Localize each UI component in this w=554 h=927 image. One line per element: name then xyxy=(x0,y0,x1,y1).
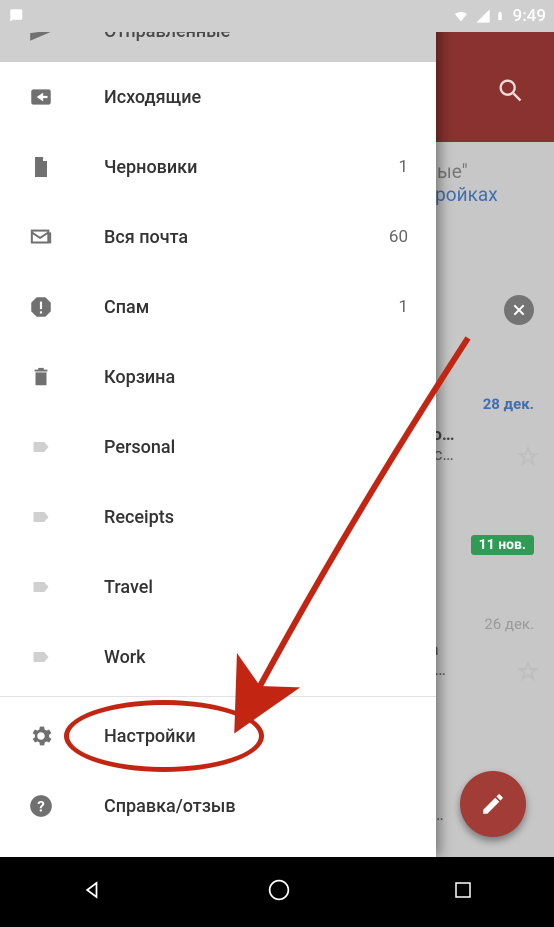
drawer-item-receipts[interactable]: Receipts xyxy=(0,482,436,552)
bg-date: 28 дек. xyxy=(483,395,534,413)
bg-snippet: ные"тройках xyxy=(426,160,536,206)
drawer-label: Travel xyxy=(104,577,153,598)
allmail-icon xyxy=(26,226,56,248)
home-button[interactable] xyxy=(265,876,293,908)
drawer-item-help[interactable]: ? Справка/отзыв xyxy=(0,771,436,841)
wifi-icon xyxy=(451,8,471,24)
drawer-label: Personal xyxy=(104,437,175,458)
drawer-label: Work xyxy=(104,647,146,668)
drawer-count: 1 xyxy=(398,297,408,317)
drawer-item-spam[interactable]: Спам 1 xyxy=(0,272,436,342)
back-button[interactable] xyxy=(79,876,107,908)
drawer-count: 60 xyxy=(389,227,408,247)
drawer-item-trash[interactable]: Корзина xyxy=(0,342,436,412)
recents-button[interactable] xyxy=(451,878,475,906)
divider xyxy=(0,696,436,697)
dismiss-icon[interactable] xyxy=(504,295,534,325)
label-icon xyxy=(26,647,56,667)
search-icon[interactable] xyxy=(496,76,524,108)
settings-icon xyxy=(26,723,56,749)
system-nav-bar xyxy=(0,857,554,927)
drawer-count: 1 xyxy=(398,157,408,177)
star-icon[interactable] xyxy=(516,445,540,473)
drawer-label: Черновики xyxy=(104,157,197,178)
drawer-item-work[interactable]: Work xyxy=(0,622,436,692)
navigation-drawer: Отправленные Исходящие Черновики 1 Вся п… xyxy=(0,0,436,857)
pencil-icon xyxy=(480,791,506,817)
help-icon: ? xyxy=(26,793,56,819)
compose-fab[interactable] xyxy=(460,771,526,837)
drawer-label: Справка/отзыв xyxy=(104,796,236,817)
drawer-label: Спам xyxy=(104,297,149,318)
bg-new-chip: 11 нов. xyxy=(471,535,534,555)
label-icon xyxy=(26,507,56,527)
label-icon xyxy=(26,577,56,597)
trash-icon xyxy=(26,364,56,390)
star-icon[interactable] xyxy=(516,660,540,688)
draft-icon xyxy=(26,154,56,180)
battery-icon xyxy=(495,7,505,25)
spam-icon xyxy=(26,294,56,320)
drawer-item-outbox[interactable]: Исходящие xyxy=(0,62,436,132)
drawer-label: Настройки xyxy=(104,726,196,747)
outbox-icon xyxy=(26,84,56,110)
cell-signal-icon xyxy=(475,8,491,24)
bg-date: 26 дек. xyxy=(484,615,534,633)
save-indicator-icon xyxy=(8,7,26,25)
drawer-label: Вся почта xyxy=(104,227,188,248)
label-icon xyxy=(26,437,56,457)
drawer-item-settings[interactable]: Настройки xyxy=(0,701,436,771)
drawer-item-allmail[interactable]: Вся почта 60 xyxy=(0,202,436,272)
drawer-item-travel[interactable]: Travel xyxy=(0,552,436,622)
drawer-label: Корзина xyxy=(104,367,175,388)
clock: 9:49 xyxy=(513,6,546,26)
svg-text:?: ? xyxy=(37,797,45,815)
drawer-label: Receipts xyxy=(104,507,174,528)
drawer-label: Исходящие xyxy=(104,87,201,108)
drawer-item-drafts[interactable]: Черновики 1 xyxy=(0,132,436,202)
status-bar: 9:49 xyxy=(0,0,554,32)
drawer-item-personal[interactable]: Personal xyxy=(0,412,436,482)
